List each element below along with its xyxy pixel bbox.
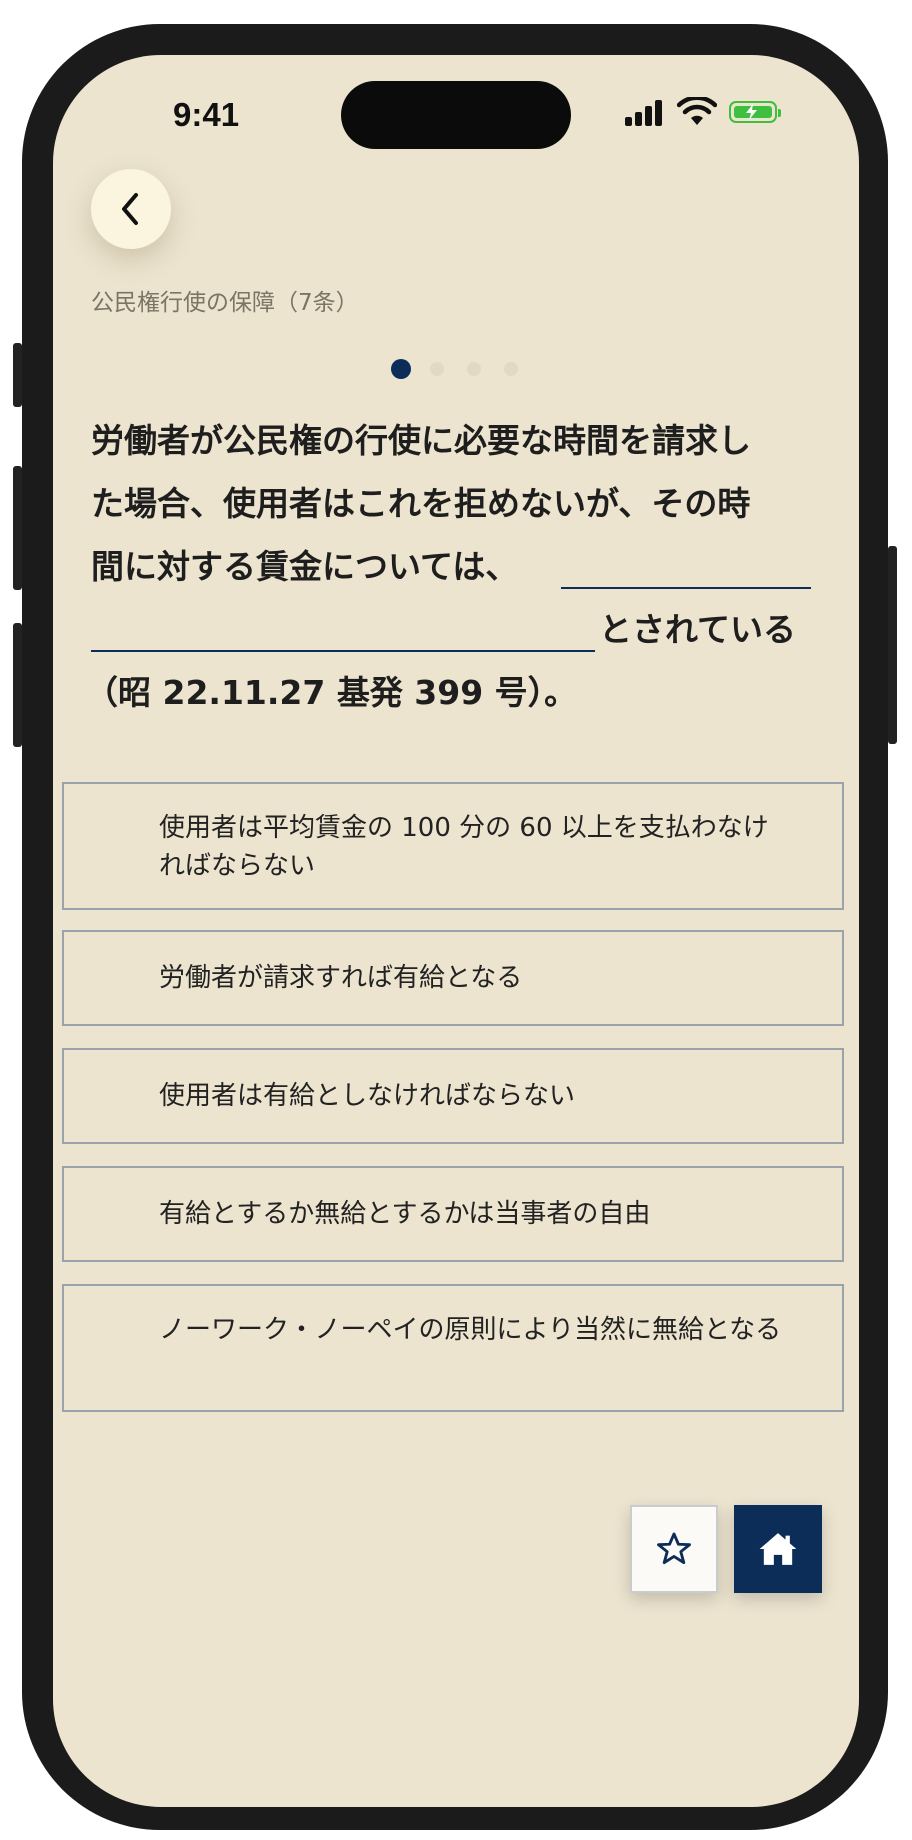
app-screen: 9:41 公民権行使の保障（7条） 労働者が公民権の行使に必要な時間を請求し た… xyxy=(53,55,859,1807)
favorite-button[interactable] xyxy=(630,1505,718,1593)
question-line: （昭 22.11.27 基発 399 号）。 xyxy=(85,673,578,712)
question-line: とされている xyxy=(599,610,797,649)
star-outline-icon xyxy=(657,1532,691,1565)
choice-label: 有給とするか無給とするかは当事者の自由 xyxy=(159,1199,651,1229)
home-icon xyxy=(759,1533,797,1565)
back-button[interactable] xyxy=(91,169,171,249)
answer-blank xyxy=(561,587,811,589)
choice-option-5[interactable]: ノーワーク・ノーペイの原則により当然に無給となる xyxy=(62,1284,844,1412)
signal-icon xyxy=(625,100,667,126)
choice-option-4[interactable]: 有給とするか無給とするかは当事者の自由 xyxy=(62,1166,844,1262)
page-dot-1[interactable] xyxy=(391,359,411,379)
choice-label: 使用者は有給としなければならない xyxy=(159,1081,576,1111)
breadcrumb: 公民権行使の保障（7条） xyxy=(91,290,359,316)
volume-down-button xyxy=(13,623,22,747)
home-button[interactable] xyxy=(734,1505,822,1593)
answer-blank xyxy=(91,650,595,652)
battery-icon xyxy=(729,101,781,123)
choice-option-3[interactable]: 使用者は有給としなければならない xyxy=(62,1048,844,1144)
choice-option-1[interactable]: 使用者は平均賃金の 100 分の 60 以上を支払わなければならない xyxy=(62,782,844,910)
question-line: 間に対する賃金については、 xyxy=(91,547,519,586)
chevron-left-icon xyxy=(122,193,138,225)
wifi-icon xyxy=(677,97,717,125)
page-dot-3[interactable] xyxy=(467,362,481,376)
question-line: た場合、使用者はこれを拒めないが、その時 xyxy=(91,484,751,523)
question-line: 労働者が公民権の行使に必要な時間を請求し xyxy=(91,421,751,460)
choice-label: ノーワーク・ノーペイの原則により当然に無給となる xyxy=(159,1315,782,1345)
choice-label: 使用者は平均賃金の 100 分の 60 以上を支払わなければならない xyxy=(159,813,769,881)
page-indicator xyxy=(391,359,531,381)
page-dot-4[interactable] xyxy=(504,362,518,376)
volume-up-button xyxy=(13,466,22,590)
power-button xyxy=(888,546,897,744)
status-time: 9:41 xyxy=(173,96,240,133)
silent-switch xyxy=(13,343,22,407)
dynamic-island xyxy=(341,81,571,149)
choice-label: 労働者が請求すれば有給となる xyxy=(159,963,523,993)
page-dot-2[interactable] xyxy=(430,362,444,376)
choice-option-2[interactable]: 労働者が請求すれば有給となる xyxy=(62,930,844,1026)
